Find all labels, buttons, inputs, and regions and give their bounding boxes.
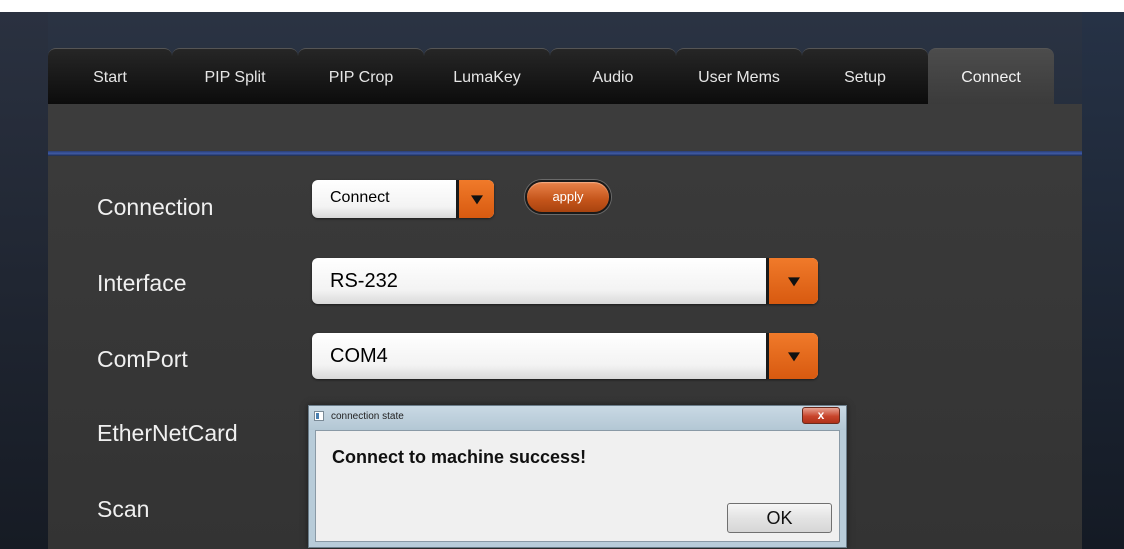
interface-select[interactable]: RS-232	[312, 258, 818, 304]
dialog-title: connection state	[331, 411, 404, 422]
tab-start[interactable]: Start	[48, 48, 172, 104]
connection-value: Connect	[330, 189, 390, 206]
close-icon[interactable]: x	[802, 407, 840, 424]
comport-select[interactable]: COM4	[312, 333, 818, 379]
dialog-message: Connect to machine success!	[332, 447, 587, 467]
comport-value: COM4	[330, 345, 388, 367]
connection-state-dialog: connection state x Connect to machine su…	[308, 405, 847, 548]
chevron-down-icon[interactable]	[766, 258, 818, 304]
tab-user-mems[interactable]: User Mems	[676, 48, 802, 104]
connection-label: Connection	[97, 194, 214, 220]
tab-audio[interactable]: Audio	[550, 48, 676, 104]
tab-bar: Start PIP Split PIP Crop LumaKey Audio U…	[48, 48, 1056, 104]
tab-setup[interactable]: Setup	[802, 48, 928, 104]
tab-lumakey[interactable]: LumaKey	[424, 48, 550, 104]
apply-button[interactable]: apply	[525, 180, 611, 214]
tab-connect[interactable]: Connect	[928, 48, 1054, 104]
chevron-down-icon[interactable]	[766, 333, 818, 379]
interface-value: RS-232	[330, 270, 398, 292]
right-background	[1082, 12, 1124, 549]
connection-select[interactable]: Connect	[312, 180, 494, 218]
left-background	[0, 12, 48, 549]
dialog-body: Connect to machine success! OK	[315, 430, 840, 542]
comport-label: ComPort	[97, 346, 188, 372]
ok-button[interactable]: OK	[727, 503, 832, 533]
top-strip	[0, 0, 1124, 12]
panel-header	[48, 104, 1082, 151]
scan-label: Scan	[97, 496, 150, 522]
dialog-titlebar[interactable]: connection state x	[309, 406, 846, 430]
window-icon	[314, 411, 324, 421]
tab-pip-crop[interactable]: PIP Crop	[298, 48, 424, 104]
chevron-down-icon[interactable]	[456, 180, 494, 218]
ethernet-card-label: EtherNetCard	[97, 420, 238, 446]
interface-label: Interface	[97, 270, 187, 296]
tab-pip-split[interactable]: PIP Split	[172, 48, 298, 104]
